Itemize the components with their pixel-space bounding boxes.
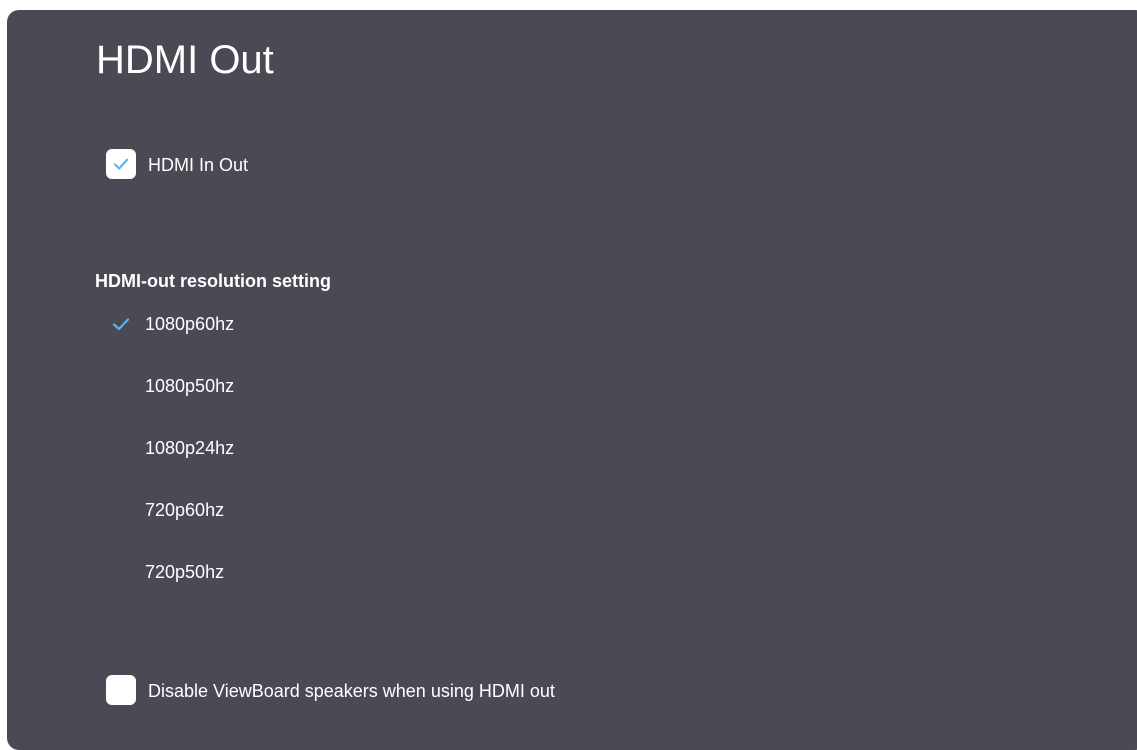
page-title: HDMI Out bbox=[96, 38, 274, 82]
check-icon bbox=[112, 318, 130, 331]
resolution-option-label: 720p50hz bbox=[145, 562, 225, 582]
resolution-option-label: 1080p24hz bbox=[145, 438, 235, 458]
hdmi-in-out-checkbox[interactable] bbox=[106, 149, 136, 179]
resolution-option-1080p50hz[interactable]: 1080p50hz bbox=[103, 366, 403, 406]
disable-speakers-label[interactable]: Disable ViewBoard speakers when using HD… bbox=[148, 679, 555, 703]
resolution-option-1080p24hz[interactable]: 1080p24hz bbox=[103, 428, 403, 468]
resolution-option-1080p60hz[interactable]: 1080p60hz bbox=[103, 304, 403, 344]
resolution-option-label: 1080p60hz bbox=[145, 314, 235, 334]
resolution-heading: HDMI-out resolution setting bbox=[95, 271, 331, 291]
resolution-option-label: 720p60hz bbox=[145, 500, 225, 520]
resolution-option-720p50hz[interactable]: 720p50hz bbox=[103, 552, 403, 592]
hdmi-out-panel: HDMI Out HDMI In Out HDMI-out resolution… bbox=[7, 10, 1137, 750]
selected-check-icon bbox=[103, 304, 145, 344]
hdmi-in-out-label[interactable]: HDMI In Out bbox=[148, 153, 248, 177]
resolution-option-label: 1080p50hz bbox=[145, 376, 235, 396]
disable-speakers-checkbox[interactable] bbox=[106, 675, 136, 705]
check-icon bbox=[113, 158, 129, 170]
resolution-option-720p60hz[interactable]: 720p60hz bbox=[103, 490, 403, 530]
